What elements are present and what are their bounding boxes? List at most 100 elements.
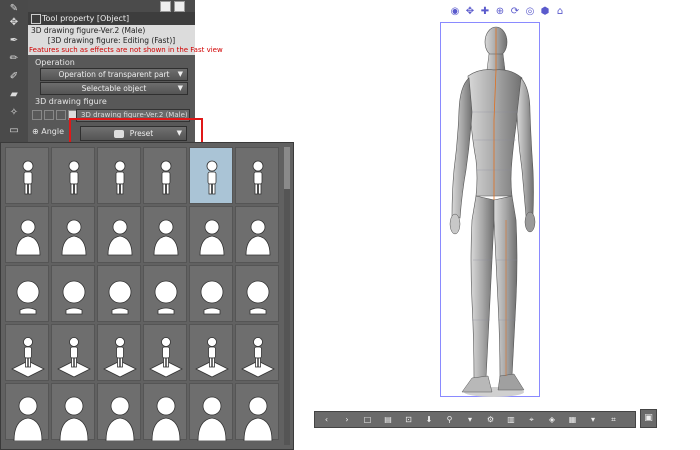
view-icon[interactable]: ▦: [567, 414, 578, 425]
preset-thumbnail[interactable]: [235, 265, 279, 322]
preset-thumbnail[interactable]: [189, 265, 233, 322]
prev-icon[interactable]: ‹: [321, 414, 332, 425]
figure-section-label: 3D drawing figure: [35, 97, 107, 106]
preset-thumbnail[interactable]: [51, 206, 95, 263]
figure-left-leg: [493, 195, 518, 379]
preset-thumbnail[interactable]: [235, 147, 279, 204]
object-toolbar: ‹ › □ ▤ ⊡ ⬇ ⚲ ▾ ⚙ ▥ ⌖ ◈ ▦ ▾ ⌗: [314, 411, 636, 428]
brush-tool-icon[interactable]: ✏: [6, 52, 22, 66]
figure-preset-icon: [149, 337, 183, 378]
lock-icon[interactable]: [56, 110, 66, 120]
panel-titlebar: Tool property [Object]: [28, 12, 195, 25]
figure-preset-icon: [103, 337, 137, 378]
ground-icon[interactable]: ◈: [547, 414, 558, 425]
preset-thumbnail[interactable]: [5, 324, 49, 381]
preset-thumbnail[interactable]: [143, 206, 187, 263]
preset-dropdown[interactable]: Preset ▼: [80, 126, 187, 141]
figure-preset-icon: [252, 160, 264, 195]
pose-icon[interactable]: ⬇: [424, 414, 435, 425]
preset-thumbnail[interactable]: [51, 147, 95, 204]
layout-icon[interactable]: ▥: [506, 414, 517, 425]
move-camera-icon[interactable]: ◉: [449, 6, 461, 18]
figure-preset-icon: [241, 337, 275, 378]
chevron-down-icon: ▼: [176, 129, 182, 137]
decoration-tool-icon[interactable]: ✧: [6, 106, 22, 120]
rotate-z-icon[interactable]: ◎: [524, 6, 536, 18]
settings-icon[interactable]: ⚙: [485, 414, 496, 425]
preset-thumbnail[interactable]: [235, 206, 279, 263]
preset-thumbnail[interactable]: [5, 265, 49, 322]
preset-thumbnail[interactable]: [51, 265, 95, 322]
figure-left-hand: [524, 211, 536, 233]
preset-thumbnail[interactable]: [143, 147, 187, 204]
scrollbar-thumb[interactable]: [284, 147, 290, 189]
fast-view-warning: Features such as effects are not shown i…: [29, 46, 223, 54]
wrench-icon: [31, 14, 41, 24]
preset-thumbnail[interactable]: [143, 383, 187, 441]
chevron-down-icon: ▼: [177, 70, 183, 78]
figure-preset-icon: [22, 160, 34, 195]
preset-thumbnail[interactable]: [189, 383, 233, 441]
figure-icon[interactable]: ⚲: [444, 414, 455, 425]
ground-icon[interactable]: ⌂: [554, 6, 566, 18]
next-icon[interactable]: ›: [342, 414, 353, 425]
preset-thumbnail[interactable]: [189, 147, 233, 204]
eye-icon[interactable]: [44, 110, 54, 120]
move-object-icon[interactable]: ⬢: [539, 6, 551, 18]
preset-thumbnail[interactable]: [235, 324, 279, 381]
preset-scrollbar[interactable]: [284, 147, 290, 445]
preset-thumbnail[interactable]: [189, 206, 233, 263]
move-tool-icon[interactable]: ✥: [6, 16, 22, 30]
arrow-down[interactable]: ▾: [588, 414, 599, 425]
select-icon[interactable]: □: [362, 414, 373, 425]
preset-thumbnail[interactable]: [5, 383, 49, 441]
figure-preset-icon: [61, 219, 87, 256]
extra-panel-button[interactable]: ▣: [640, 409, 657, 428]
3d-figure-model[interactable]: [432, 20, 552, 405]
eyedropper-icon[interactable]: ✎: [6, 2, 22, 16]
fit-icon[interactable]: ⊡: [403, 414, 414, 425]
camera-icon[interactable]: ▤: [383, 414, 394, 425]
preset-thumbnail[interactable]: [97, 383, 141, 441]
preset-thumbnail[interactable]: [51, 324, 95, 381]
figure-preset-icon: [195, 337, 229, 378]
operation-dropdown[interactable]: Operation of transparent part ▼: [40, 68, 188, 81]
lock-icon[interactable]: ⌖: [526, 414, 537, 425]
figure-preset-icon: [154, 280, 178, 315]
tool-strip: ✎ ✥ ✒ ✏ ✐ ▰ ✧ ▭: [0, 0, 29, 142]
preset-thumbnail[interactable]: [143, 265, 187, 322]
preset-thumbnail[interactable]: [235, 383, 279, 441]
preset-thumbnail[interactable]: [189, 324, 233, 381]
preset-thumbnail[interactable]: [97, 324, 141, 381]
page-icon[interactable]: [174, 1, 185, 12]
preset-thumbnail[interactable]: [97, 265, 141, 322]
preset-icon: [113, 130, 124, 138]
pan-icon[interactable]: ✥: [464, 6, 476, 18]
figure-preset-icon: [199, 219, 225, 256]
zoom-icon[interactable]: ✚: [479, 6, 491, 18]
rotate-icon[interactable]: ⟳: [509, 6, 521, 18]
preset-thumbnail[interactable]: [97, 147, 141, 204]
pen-tool-icon[interactable]: ✒: [6, 34, 22, 48]
arrow-down[interactable]: ▾: [465, 414, 476, 425]
preset-thumbnail[interactable]: [51, 383, 95, 441]
eraser-tool-icon[interactable]: ▭: [6, 124, 22, 138]
figure-preset-icon: [62, 280, 86, 315]
extra-icon[interactable]: ⌗: [608, 414, 619, 425]
preset-thumbnail[interactable]: [5, 147, 49, 204]
airbrush-tool-icon[interactable]: ✐: [6, 70, 22, 84]
figure-preset-icon: [200, 280, 224, 315]
figure-preset-icon: [11, 337, 45, 378]
marker-tool-icon[interactable]: ▰: [6, 88, 22, 102]
figure-preset-icon: [16, 280, 40, 315]
move-plane-icon[interactable]: ⊕: [494, 6, 506, 18]
angle-label-text: Angle: [41, 127, 65, 136]
new-icon[interactable]: [160, 1, 171, 12]
preset-thumbnail[interactable]: [97, 206, 141, 263]
preset-thumbnail[interactable]: [143, 324, 187, 381]
figure-preset-icon: [151, 396, 181, 441]
preset-thumbnail[interactable]: [5, 206, 49, 263]
selectable-object-dropdown[interactable]: Selectable object ▼: [40, 82, 188, 95]
edit-mode-text: [3D drawing figure: Editing (Fast)]: [47, 36, 176, 45]
expand-icon[interactable]: [32, 110, 42, 120]
